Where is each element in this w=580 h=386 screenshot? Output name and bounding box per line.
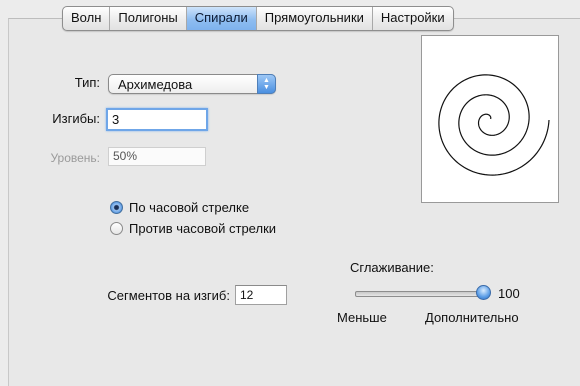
radio-unselected-icon[interactable] [110, 222, 123, 235]
tab-waves[interactable]: Волн [63, 7, 111, 30]
radio-clockwise[interactable]: По часовой стрелке [110, 200, 249, 215]
type-select[interactable]: Архимедова ▲ ▼ [108, 74, 276, 94]
tab-polygons[interactable]: Полигоны [110, 7, 187, 30]
spiral-drawing [438, 74, 550, 176]
up-down-arrows-icon: ▲ ▼ [257, 74, 276, 94]
segments-label: Сегментов на изгиб: [107, 288, 230, 303]
level-label: Уровень: [50, 151, 100, 165]
type-label: Тип: [74, 75, 100, 90]
segments-input[interactable]: 12 [235, 285, 287, 305]
radio-counterclockwise-label: Против часовой стрелки [129, 221, 277, 236]
smoothing-max-label: Дополнительно [425, 310, 519, 325]
spiral-curve [438, 74, 550, 176]
smoothing-slider-knob[interactable] [476, 285, 491, 300]
level-input: 50% [108, 147, 206, 166]
tab-rectangles[interactable]: Прямоугольники [257, 7, 373, 30]
spiral-preview [421, 35, 559, 203]
radio-counterclockwise[interactable]: Против часовой стрелки [110, 221, 276, 236]
smoothing-min-label: Меньше [337, 310, 387, 325]
smoothing-label: Сглаживание: [350, 260, 434, 275]
tab-spirals[interactable]: Спирали [186, 7, 257, 30]
type-select-value: Архимедова [118, 77, 193, 92]
tab-settings[interactable]: Настройки [373, 7, 453, 30]
bends-input[interactable]: 3 [106, 108, 208, 131]
smoothing-slider-track[interactable] [355, 291, 485, 297]
tab-bar: Волн Полигоны Спирали Прямоугольники Нас… [62, 6, 454, 31]
bends-label: Изгибы: [52, 111, 100, 126]
radio-clockwise-label: По часовой стрелке [129, 200, 250, 215]
radio-selected-icon[interactable] [110, 201, 123, 214]
smoothing-value: 100 [498, 286, 520, 301]
